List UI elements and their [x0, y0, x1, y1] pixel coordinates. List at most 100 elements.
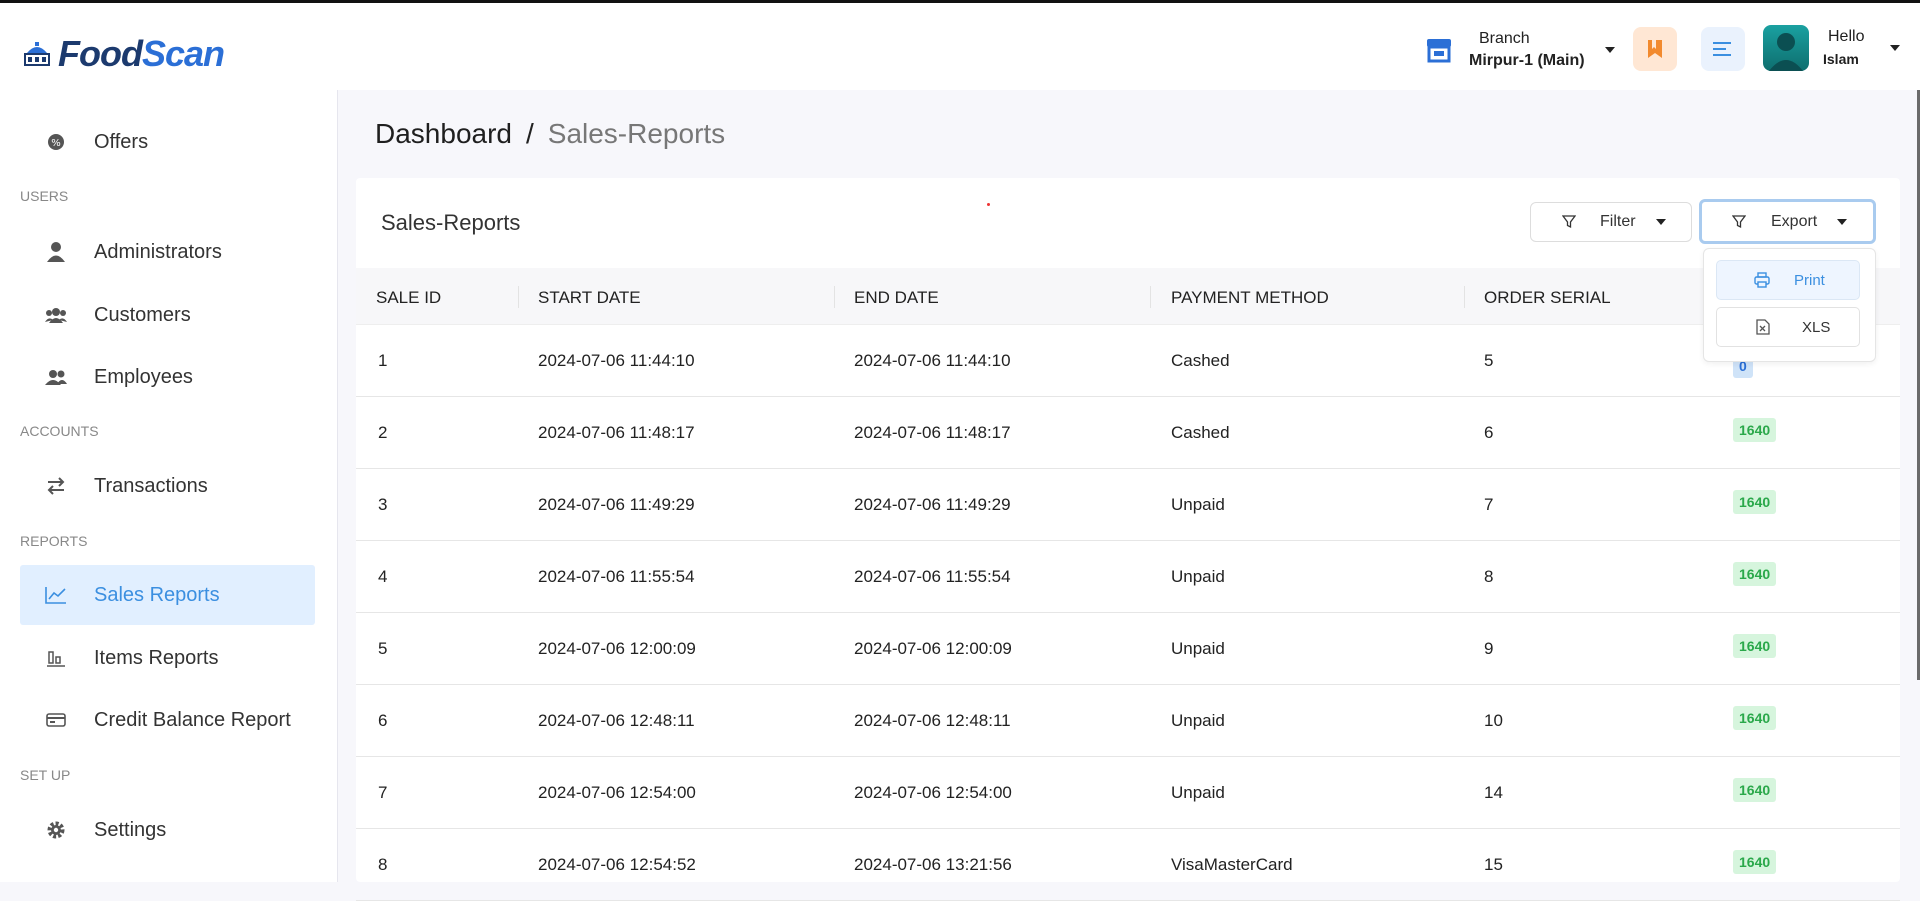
column-header: ORDER SERIAL	[1484, 288, 1611, 307]
table-header: SALE ID START DATE END DATE PAYMENT METH…	[356, 268, 1900, 325]
table-row[interactable]: 1 2024-07-06 11:44:10 2024-07-06 11:44:1…	[356, 324, 1900, 397]
amount-badge: 1640	[1733, 562, 1777, 586]
menu-lines-icon	[1713, 42, 1731, 56]
start-date-cell: 2024-07-06 11:44:10	[538, 351, 695, 370]
payment-method-cell: VisaMasterCard	[1171, 855, 1293, 874]
column-divider	[1150, 286, 1151, 308]
sidebar-item-transactions[interactable]: Transactions	[20, 456, 315, 516]
start-date-cell: 2024-07-06 12:54:52	[538, 855, 696, 874]
avatar	[1763, 25, 1809, 71]
sidebar-item-label: Items Reports	[94, 646, 219, 669]
user-menu[interactable]: Hello Islam	[1763, 25, 1901, 71]
order-serial-cell: 15	[1484, 855, 1503, 874]
sidebar: % Offers USERS Administrators Customers …	[0, 90, 338, 882]
branch-label: Branch	[1479, 30, 1530, 47]
printer-icon	[1754, 272, 1770, 288]
employees-icon	[38, 369, 74, 385]
order-serial-cell: 10	[1484, 711, 1503, 730]
payment-method-cell: Cashed	[1171, 423, 1230, 442]
filter-icon	[1732, 214, 1746, 228]
end-date-cell: 2024-07-06 11:48:17	[854, 423, 1011, 442]
xls-label: XLS	[1802, 318, 1831, 336]
user-icon	[38, 242, 74, 262]
amount-badge: 1640	[1733, 634, 1777, 658]
breadcrumb-dashboard[interactable]: Dashboard	[375, 118, 512, 149]
sidebar-item-settings[interactable]: Settings	[20, 800, 315, 860]
table-row[interactable]: 7 2024-07-06 12:54:00 2024-07-06 12:54:0…	[356, 756, 1900, 829]
card-title: Sales-Reports	[381, 210, 521, 235]
export-label: Export	[1771, 212, 1818, 230]
chevron-down-icon	[1604, 47, 1615, 53]
greeting-text: Hello	[1828, 28, 1865, 45]
section-accounts: ACCOUNTS	[20, 423, 99, 439]
sidebar-item-administrators[interactable]: Administrators	[20, 222, 315, 282]
xls-menu-item[interactable]: XLS	[1716, 307, 1860, 347]
column-divider	[1464, 286, 1465, 308]
table-row[interactable]: 8 2024-07-06 12:54:52 2024-07-06 13:21:5…	[356, 828, 1900, 901]
sale-id-cell: 2	[378, 423, 388, 442]
filter-button[interactable]: Filter	[1530, 202, 1692, 242]
end-date-cell: 2024-07-06 11:55:54	[854, 567, 1011, 586]
filter-label: Filter	[1600, 213, 1636, 230]
amount-badge: 1640	[1733, 418, 1777, 442]
amount-badge: 1640	[1733, 778, 1777, 802]
column-header: PAYMENT METHOD	[1171, 288, 1329, 307]
start-date-cell: 2024-07-06 11:55:54	[538, 567, 695, 586]
file-excel-icon	[1756, 319, 1770, 335]
sidebar-item-customers[interactable]: Customers	[20, 285, 315, 345]
sidebar-item-offers[interactable]: % Offers	[20, 112, 315, 172]
payment-method-cell: Unpaid	[1171, 567, 1225, 586]
breadcrumb-separator: /	[525, 118, 534, 149]
sale-id-cell: 1	[378, 351, 388, 370]
sidebar-item-items-reports[interactable]: Items Reports	[20, 628, 315, 688]
order-serial-cell: 5	[1484, 351, 1494, 370]
start-date-cell: 2024-07-06 11:49:29	[538, 495, 695, 514]
order-serial-cell: 7	[1484, 495, 1494, 514]
section-setup: SET UP	[20, 767, 71, 783]
sidebar-item-sales-reports[interactable]: Sales Reports	[20, 565, 315, 625]
chevron-down-icon	[1890, 45, 1901, 51]
column-divider	[834, 286, 835, 308]
end-date-cell: 2024-07-06 12:00:09	[854, 639, 1012, 658]
section-users: USERS	[20, 188, 69, 204]
gear-icon	[38, 820, 74, 840]
table-row[interactable]: 3 2024-07-06 11:49:29 2024-07-06 11:49:2…	[356, 468, 1900, 541]
sidebar-item-label: Customers	[94, 303, 191, 326]
bar-chart-icon	[38, 649, 74, 667]
logo-text-part1: Food	[58, 33, 143, 74]
red-dot-marker	[987, 203, 990, 206]
branch-selector[interactable]: Branch Mirpur-1 (Main)	[1425, 28, 1615, 72]
order-serial-cell: 14	[1484, 783, 1503, 802]
sidebar-item-label: Offers	[94, 130, 149, 153]
amount-badge: 1640	[1733, 850, 1777, 874]
payment-method-cell: Unpaid	[1171, 639, 1225, 658]
sidebar-item-credit-balance-report[interactable]: Credit Balance Report	[20, 690, 315, 750]
table-row[interactable]: 6 2024-07-06 12:48:11 2024-07-06 12:48:1…	[356, 684, 1900, 757]
export-button[interactable]: Export	[1699, 199, 1876, 244]
order-serial-cell: 8	[1484, 567, 1494, 586]
chevron-down-icon	[1655, 219, 1666, 225]
sale-id-cell: 6	[378, 711, 388, 730]
start-date-cell: 2024-07-06 12:54:00	[538, 783, 696, 802]
amount-badge: 1640	[1733, 706, 1777, 730]
export-dropdown-menu: Print XLS	[1703, 248, 1876, 362]
sidebar-item-label: Transactions	[94, 474, 208, 497]
end-date-cell: 2024-07-06 12:54:00	[854, 783, 1012, 802]
transfer-icon	[38, 477, 74, 495]
logo-icon	[24, 42, 50, 66]
bookmark-button[interactable]	[1633, 27, 1677, 71]
order-serial-cell: 6	[1484, 423, 1494, 442]
sidebar-item-label: Administrators	[94, 240, 222, 263]
table-row[interactable]: 4 2024-07-06 11:55:54 2024-07-06 11:55:5…	[356, 540, 1900, 613]
order-serial-cell: 9	[1484, 639, 1494, 658]
end-date-cell: 2024-07-06 13:21:56	[854, 855, 1012, 874]
app-logo[interactable]: FoodScan	[22, 33, 225, 75]
sale-id-cell: 7	[378, 783, 388, 802]
column-header: SALE ID	[376, 288, 442, 307]
table-row[interactable]: 2 2024-07-06 11:48:17 2024-07-06 11:48:1…	[356, 396, 1900, 469]
sidebar-item-employees[interactable]: Employees	[20, 347, 315, 407]
users-icon	[38, 307, 74, 323]
print-menu-item[interactable]: Print	[1716, 260, 1860, 300]
table-row[interactable]: 5 2024-07-06 12:00:09 2024-07-06 12:00:0…	[356, 612, 1900, 685]
menu-button[interactable]	[1701, 27, 1745, 71]
